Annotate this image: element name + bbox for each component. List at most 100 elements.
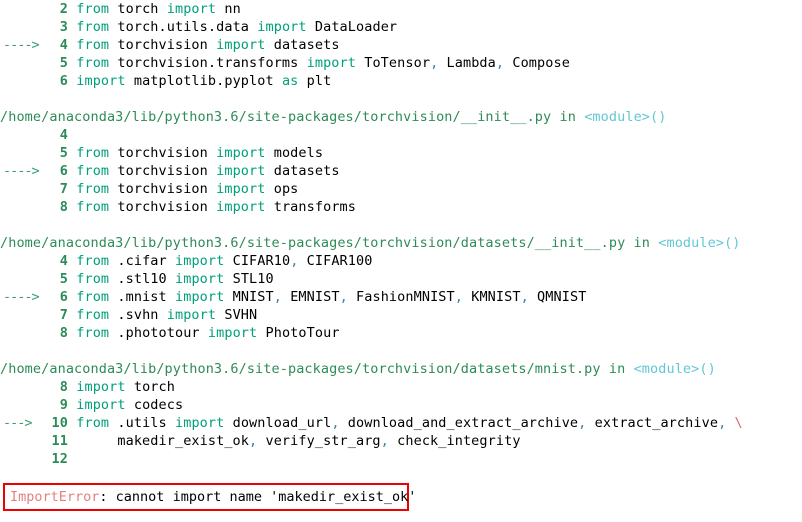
code-line: 8 import torch (0, 378, 802, 396)
line-number: 12 (51, 451, 68, 467)
code-keyword: import (216, 199, 266, 215)
code-keyword: from (76, 325, 110, 341)
frame-location: /home/anaconda3/lib/python3.6/site-packa… (0, 234, 802, 252)
code-keyword: import (216, 163, 266, 179)
code-keyword: from (76, 37, 110, 53)
code-keyword: import (257, 19, 307, 35)
frame-in-keyword: in (633, 235, 651, 251)
code-text: torchvision (109, 163, 217, 179)
current-line-arrow-icon: ----> (3, 163, 40, 179)
code-text: nn (216, 1, 241, 17)
code-keyword: from (76, 289, 110, 305)
line-number: 11 (51, 433, 68, 449)
code-punctuation: , (339, 289, 348, 305)
frame-scope: <module>() (584, 109, 667, 125)
code-text: .stl10 (109, 271, 175, 287)
code-line: 3 from torch.utils.data import DataLoade… (0, 18, 802, 36)
code-text: .cifar (109, 253, 175, 269)
code-text: torch (125, 379, 175, 395)
code-text: torchvision (109, 181, 217, 197)
code-line: 9 import codecs (0, 396, 802, 414)
code-punctuation: , (454, 289, 463, 305)
current-line-arrow-icon: ---> (3, 415, 32, 431)
error-message: cannot import name 'makedir_exist_ok' (115, 489, 417, 505)
code-text: PhotoTour (257, 325, 340, 341)
code-text: ops (265, 181, 299, 197)
code-line: 7 from .svhn import SVHN (0, 306, 802, 324)
code-text: KMNIST (463, 289, 521, 305)
code-text: .phototour (109, 325, 208, 341)
code-line: 5 from torchvision.transforms import ToT… (0, 54, 802, 72)
line-number: 5 (59, 55, 68, 71)
frame-scope: <module>() (633, 361, 716, 377)
code-line: 4 (0, 126, 802, 144)
code-line: 5 from torchvision import models (0, 144, 802, 162)
frame-file-path: /home/anaconda3/lib/python3.6/site-packa… (0, 361, 601, 377)
code-keyword: import (306, 55, 356, 71)
code-punctuation: , (249, 433, 258, 449)
code-keyword: from (76, 307, 110, 323)
code-keyword: import (166, 1, 217, 17)
code-keyword: from (76, 181, 110, 197)
code-text: torchvision (109, 145, 217, 161)
code-text: Compose (504, 55, 570, 71)
code-keyword: from (76, 55, 110, 71)
code-text: MNIST (224, 289, 274, 305)
line-number: 5 (59, 145, 68, 161)
line-number: 6 (59, 73, 68, 89)
code-line: 6 import matplotlib.pyplot as plt (0, 72, 802, 90)
code-keyword: import (174, 253, 225, 269)
code-text: .utils (109, 415, 175, 431)
frame-file-path: /home/anaconda3/lib/python3.6/site-packa… (0, 109, 552, 125)
code-text: datasets (265, 37, 340, 53)
code-keyword: import (216, 37, 266, 53)
code-text: EMNIST (281, 289, 340, 305)
code-text: download_url (224, 415, 332, 431)
code-punctuation: , (331, 415, 340, 431)
code-punctuation: , (380, 433, 389, 449)
code-keyword: from (76, 163, 110, 179)
line-number: 9 (59, 397, 68, 413)
code-punctuation: , (495, 55, 505, 71)
frame-in-keyword: in (608, 361, 626, 377)
code-text: CIFAR100 (298, 253, 373, 269)
code-text: verify_str_arg (257, 433, 381, 449)
line-number: 3 (59, 19, 68, 35)
code-line: ---> 10 from .utils import download_url, … (0, 414, 802, 432)
frame-location: /home/anaconda3/lib/python3.6/site-packa… (0, 360, 802, 378)
code-keyword: as (281, 73, 299, 89)
code-punctuation: , (520, 289, 529, 305)
code-line: ----> 4 from torchvision import datasets (0, 36, 802, 54)
code-text: .svhn (109, 307, 167, 323)
error-highlight-box: ImportError: cannot import name 'makedir… (3, 483, 416, 511)
code-keyword: import (166, 307, 217, 323)
code-line: ----> 6 from torchvision import datasets (0, 162, 802, 180)
code-text: extract_archive (586, 415, 719, 431)
line-number: 2 (59, 1, 68, 17)
code-text: download_and_extract_archive (339, 415, 579, 431)
code-text: torchvision (109, 199, 217, 215)
code-keyword: import (76, 73, 126, 89)
current-line-arrow-icon: ----> (3, 37, 40, 53)
code-keyword: import (207, 325, 258, 341)
code-keyword: import (174, 271, 225, 287)
code-line: ----> 6 from .mnist import MNIST, EMNIST,… (0, 288, 802, 306)
traceback-output: 2 from torch import nn 3 from torch.utils… (0, 0, 802, 522)
frame-location: /home/anaconda3/lib/python3.6/site-packa… (0, 108, 802, 126)
code-keyword: import (76, 397, 126, 413)
code-keyword: from (76, 271, 110, 287)
code-text: transforms (265, 199, 357, 215)
code-keyword: import (174, 415, 225, 431)
code-text: ToTensor (356, 55, 431, 71)
code-keyword: from (76, 253, 110, 269)
error-type: ImportError (10, 489, 100, 505)
frame-file-path: /home/anaconda3/lib/python3.6/site-packa… (0, 235, 626, 251)
code-keyword: from (76, 1, 110, 17)
code-text: torchvision.transforms (109, 55, 307, 71)
code-line: 7 from torchvision import ops (0, 180, 802, 198)
code-text: models (265, 145, 324, 161)
traceback-frames: 2 from torch import nn 3 from torch.utils… (0, 0, 802, 468)
